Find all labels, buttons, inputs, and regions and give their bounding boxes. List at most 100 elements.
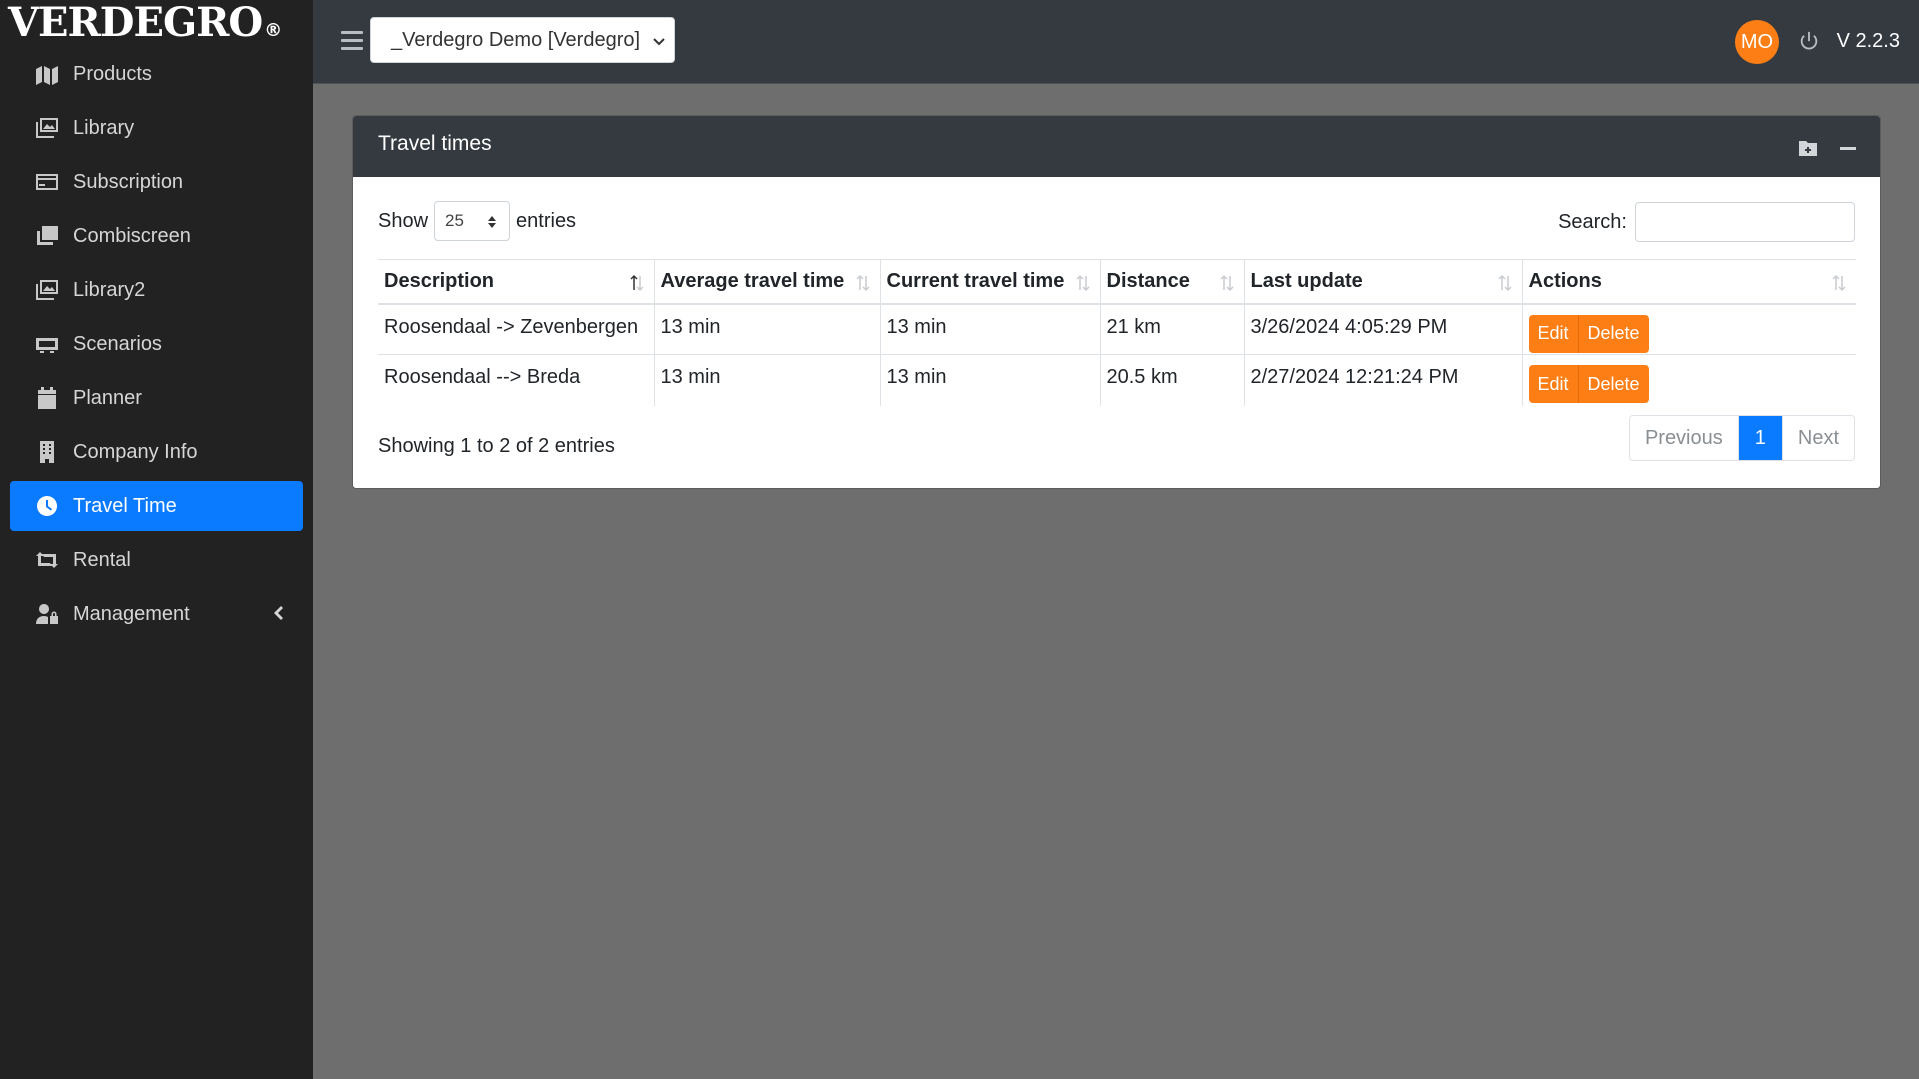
- brand-name: VERDEGRO: [8, 0, 263, 46]
- card-title: Travel times: [378, 132, 492, 155]
- images-icon: [34, 116, 60, 140]
- sidebar-item-planner[interactable]: Planner: [10, 373, 303, 423]
- column-header-current-travel-time[interactable]: Current travel time: [879, 259, 1100, 305]
- delete-button[interactable]: Delete: [1578, 314, 1649, 353]
- column-header-label: Last update: [1250, 269, 1363, 292]
- sidebar-item-library2[interactable]: Library2: [10, 265, 303, 315]
- brand-logo[interactable]: VERDEGRO ®: [0, 0, 313, 46]
- column-header-average-travel-time[interactable]: Average travel time: [653, 259, 880, 305]
- table-header-row: Description Average travel time Current …: [378, 259, 1856, 305]
- column-header-actions[interactable]: Actions: [1521, 259, 1856, 305]
- cell-description: Roosendaal --> Breda: [378, 354, 654, 406]
- pagination-previous[interactable]: Previous: [1629, 416, 1738, 460]
- cell-description: Roosendaal -> Zevenbergen: [378, 303, 654, 355]
- column-header-label: Current travel time: [886, 269, 1065, 292]
- entries-length-select[interactable]: 25: [434, 201, 511, 241]
- cell-actions: Edit Delete: [1521, 303, 1857, 355]
- cell-last-update: 3/26/2024 4:05:29 PM: [1243, 303, 1522, 355]
- sidebar-item-label: Library: [73, 116, 135, 139]
- sidebar-item-label: Products: [73, 62, 152, 85]
- sidebar-item-travel-time[interactable]: Travel Time: [10, 481, 303, 531]
- sort-icon: [1219, 274, 1234, 292]
- building-icon: [34, 440, 60, 464]
- sidebar-item-company-info[interactable]: Company Info: [10, 427, 303, 477]
- pagination: Previous 1 Next: [1628, 415, 1855, 461]
- entries-length-control: Show 25 entries: [378, 201, 576, 241]
- images-icon: [34, 278, 60, 302]
- sidebar-item-label: Planner: [73, 386, 142, 409]
- sidebar-item-rental[interactable]: Rental: [10, 535, 303, 585]
- sidebar-item-label: Scenarios: [73, 332, 162, 355]
- table-info: Showing 1 to 2 of 2 entries: [378, 435, 615, 457]
- column-header-label: Description: [384, 269, 495, 292]
- cell-last-update: 2/27/2024 12:21:24 PM: [1243, 354, 1522, 406]
- sidebar-item-management[interactable]: Management: [10, 589, 303, 639]
- retweet-icon: [34, 548, 60, 572]
- menu-toggle-icon[interactable]: [341, 31, 363, 51]
- sidebar-item-library[interactable]: Library: [10, 103, 303, 153]
- sort-arrows-icon: [487, 214, 497, 230]
- sort-icon: [855, 274, 870, 292]
- sidebar-item-label: Company Info: [73, 440, 198, 463]
- table-row: Roosendaal --> Breda 13 min 13 min 20.5 …: [378, 354, 1857, 406]
- collapse-minus-icon[interactable]: [1840, 139, 1858, 157]
- cell-distance: 21 km: [1099, 303, 1244, 355]
- sort-icon: [1075, 274, 1090, 292]
- credit-card-icon: [34, 170, 60, 194]
- search-label: Search:: [1558, 210, 1627, 233]
- avatar[interactable]: MO: [1735, 20, 1779, 64]
- column-header-last-update[interactable]: Last update: [1243, 259, 1522, 305]
- sort-icon: [1497, 274, 1512, 292]
- tenant-select-value: _Verdegro Demo [Verdegro]: [391, 28, 641, 51]
- sidebar-item-scenarios[interactable]: Scenarios: [10, 319, 303, 369]
- cell-actions: Edit Delete: [1521, 354, 1857, 406]
- user-lock-icon: [34, 602, 60, 626]
- pagination-next[interactable]: Next: [1781, 416, 1854, 460]
- sidebar-item-label: Travel Time: [73, 494, 177, 517]
- table-row: Roosendaal -> Zevenbergen 13 min 13 min …: [378, 303, 1857, 355]
- show-label: Show: [378, 209, 429, 232]
- column-header-label: Average travel time: [660, 269, 845, 292]
- projector-icon: [34, 332, 60, 356]
- map-icon: [34, 62, 60, 86]
- cell-average-travel-time: 13 min: [653, 354, 880, 406]
- folder-plus-icon[interactable]: [1798, 139, 1818, 157]
- sidebar-item-products[interactable]: Products: [10, 49, 303, 99]
- app-version: V 2.2.3: [1836, 30, 1900, 52]
- cell-distance: 20.5 km: [1099, 354, 1244, 406]
- cell-current-travel-time: 13 min: [879, 354, 1100, 406]
- power-icon[interactable]: [1798, 31, 1822, 55]
- sort-icon: [1832, 274, 1846, 292]
- row-actions: Edit Delete: [1528, 314, 1857, 353]
- topbar: _Verdegro Demo [Verdegro] MO V 2.2.3: [313, 0, 1919, 84]
- clock-icon: [34, 494, 60, 518]
- brand-reg-mark: ®: [264, 19, 283, 41]
- sidebar-item-subscription[interactable]: Subscription: [10, 157, 303, 207]
- sidebar-item-label: Management: [73, 602, 190, 625]
- row-actions: Edit Delete: [1528, 365, 1857, 403]
- delete-button[interactable]: Delete: [1578, 365, 1649, 403]
- tenant-select[interactable]: _Verdegro Demo [Verdegro]: [370, 17, 675, 63]
- travel-times-card: Travel times Show 25 entries Search: Des…: [352, 115, 1881, 489]
- travel-times-table: Description Average travel time Current …: [378, 259, 1856, 406]
- sidebar: VERDEGRO ® Products Library Subscription…: [0, 0, 313, 1079]
- column-header-label: Distance: [1106, 269, 1190, 292]
- sidebar-item-combiscreen[interactable]: Combiscreen: [10, 211, 303, 261]
- search-input[interactable]: [1635, 202, 1855, 242]
- column-header-distance[interactable]: Distance: [1099, 259, 1244, 305]
- edit-button[interactable]: Edit: [1528, 314, 1579, 353]
- column-header-description[interactable]: Description: [378, 259, 654, 305]
- edit-button[interactable]: Edit: [1528, 365, 1579, 403]
- cell-current-travel-time: 13 min: [879, 303, 1100, 355]
- card-header: Travel times: [353, 116, 1880, 177]
- sidebar-item-label: Combiscreen: [73, 224, 191, 247]
- column-header-label: Actions: [1528, 269, 1602, 292]
- sidebar-item-label: Rental: [73, 548, 131, 571]
- calendar-icon: [34, 386, 60, 410]
- pagination-page-1[interactable]: 1: [1737, 416, 1782, 460]
- cell-average-travel-time: 13 min: [653, 303, 880, 355]
- sort-icon: [629, 274, 644, 292]
- sidebar-nav: Products Library Subscription Combiscree…: [0, 46, 313, 639]
- table-search: Search:: [1558, 202, 1855, 242]
- sidebar-item-label: Subscription: [73, 170, 184, 193]
